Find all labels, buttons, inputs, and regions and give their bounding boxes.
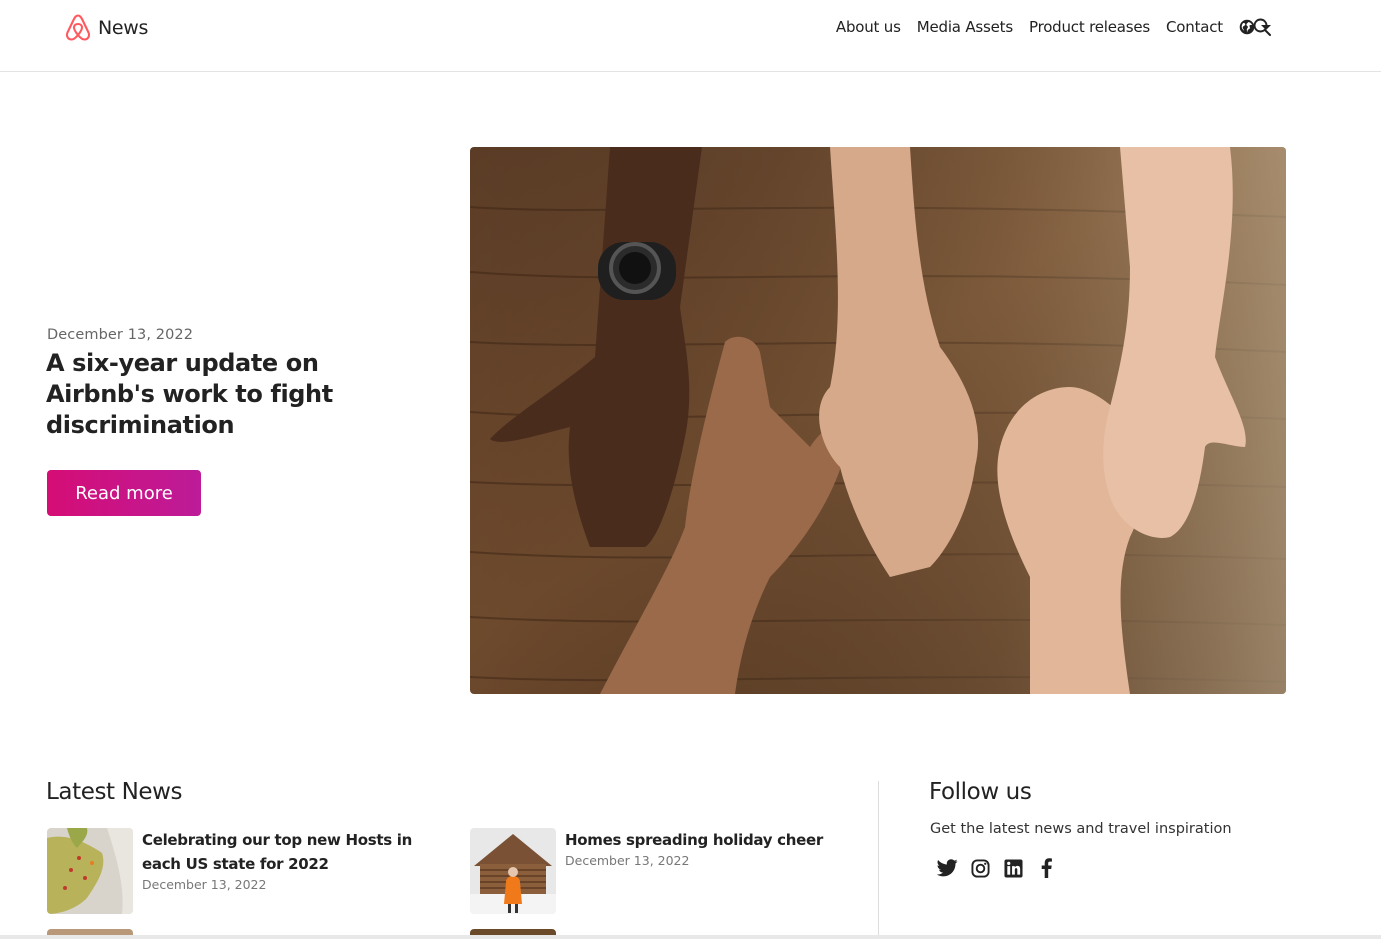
news-title[interactable]: Celebrating our top new Hosts in each US… bbox=[142, 828, 427, 876]
column-divider bbox=[878, 781, 879, 939]
news-item[interactable]: Homes spreading holiday cheer December 1… bbox=[470, 828, 850, 914]
hero-title[interactable]: A six-year update on Airbnb's work to fi… bbox=[46, 348, 346, 441]
follow-us-heading: Follow us bbox=[929, 779, 1032, 805]
follow-us-subtitle: Get the latest news and travel inspirati… bbox=[930, 821, 1232, 837]
nav-contact[interactable]: Contact bbox=[1166, 16, 1223, 38]
brand-label: News bbox=[98, 16, 149, 39]
facebook-icon[interactable] bbox=[1035, 857, 1057, 879]
main-nav: About us Media Assets Product releases C… bbox=[820, 16, 1271, 38]
linkedin-icon[interactable] bbox=[1002, 857, 1024, 879]
latest-news-heading: Latest News bbox=[46, 779, 183, 805]
nav-about-us[interactable]: About us bbox=[836, 16, 901, 38]
instagram-icon[interactable] bbox=[969, 857, 991, 879]
airbnb-logo-icon bbox=[65, 14, 91, 41]
social-links bbox=[936, 857, 1068, 879]
brand-home-link[interactable]: News bbox=[62, 11, 148, 44]
hero-image[interactable] bbox=[470, 147, 1286, 694]
cabin-photo bbox=[470, 828, 556, 914]
search-icon[interactable] bbox=[1252, 17, 1272, 37]
news-item[interactable]: Celebrating our top new Hosts in each US… bbox=[47, 828, 427, 914]
site-header: News About us Media Assets Product relea… bbox=[0, 0, 1381, 72]
news-thumbnail-map[interactable] bbox=[47, 828, 133, 914]
nav-product-releases[interactable]: Product releases bbox=[1029, 16, 1150, 38]
hands-on-table-photo bbox=[470, 147, 1286, 694]
horizontal-scrollbar[interactable] bbox=[0, 935, 1381, 939]
twitter-icon[interactable] bbox=[936, 857, 958, 879]
map-photo bbox=[47, 828, 133, 914]
news-date: December 13, 2022 bbox=[142, 877, 267, 892]
news-title[interactable]: Homes spreading holiday cheer bbox=[565, 828, 850, 852]
news-thumbnail-cabin[interactable] bbox=[470, 828, 556, 914]
nav-media-assets[interactable]: Media Assets bbox=[917, 16, 1013, 38]
news-date: December 13, 2022 bbox=[565, 853, 690, 868]
read-more-button[interactable]: Read more bbox=[47, 470, 201, 516]
hero-date: December 13, 2022 bbox=[47, 327, 194, 343]
